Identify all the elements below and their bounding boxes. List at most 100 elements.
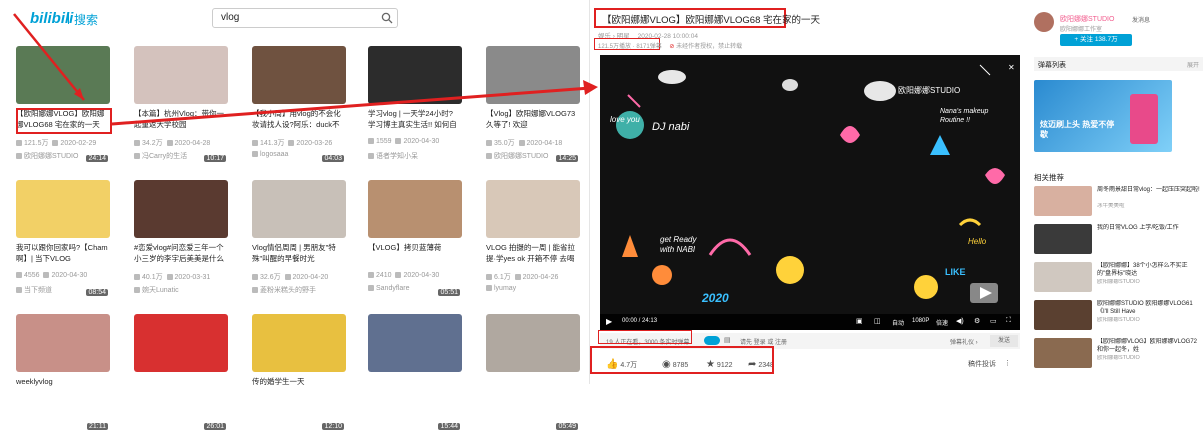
related-thumbnail[interactable] xyxy=(1034,338,1092,368)
danmaku-send-button[interactable]: 发送 xyxy=(990,335,1018,347)
video-thumbnail[interactable] xyxy=(252,46,346,104)
video-card[interactable]: 05:49 xyxy=(486,314,580,432)
video-card-title[interactable]: 传的婚学生一天 xyxy=(252,376,346,398)
video-thumbnail[interactable] xyxy=(134,180,228,238)
message-link[interactable]: 发消息 xyxy=(1132,15,1150,24)
video-thumbnail[interactable] xyxy=(368,180,462,238)
settings-icon[interactable]: ⚙ xyxy=(974,317,980,325)
video-card[interactable]: 26:01 xyxy=(134,314,228,432)
video-player[interactable]: love you DJ nabi Nana's makeup Routine !… xyxy=(600,55,1020,330)
related-video-title[interactable]: 【欧阳娜娜VLOG】欧阳娜娜VLOG72 和你一起冬，姓 xyxy=(1097,338,1201,354)
video-thumbnail[interactable] xyxy=(16,314,110,372)
video-thumbnail[interactable] xyxy=(368,46,462,104)
video-card-title[interactable]: 【Vlog】欧阳娜娜VLOG73 久等了! 欢迎 xyxy=(486,108,580,130)
widescreen-icon[interactable]: ▭ xyxy=(990,317,997,325)
related-video-title[interactable]: 我的日常VLOG 上学/吃饭/工作 xyxy=(1097,224,1201,240)
video-card-author[interactable]: Sandyflare xyxy=(368,285,462,292)
video-card-author[interactable]: logosaaa xyxy=(252,151,346,158)
video-card[interactable]: 15:44 xyxy=(368,314,462,432)
danmaku-etiquette[interactable]: 弹幕礼仪 › xyxy=(950,337,978,346)
video-card-title[interactable]: Vlog情侣周周 | 男朋友"特殊"叫醒的早餐时光 xyxy=(252,242,346,264)
video-card-title[interactable]: 我可以跟你回家吗?【Cham啊】| 当下VLOG xyxy=(16,242,110,264)
related-video-author[interactable]: 欧阳娜娜STUDIO xyxy=(1097,355,1201,362)
video-thumbnail[interactable] xyxy=(252,314,346,372)
video-thumbnail[interactable] xyxy=(368,314,462,372)
video-card[interactable]: 24:14 【欧阳娜娜VLOG】欧阳娜娜VLOG68 宅在家的一天 121.5万 2… xyxy=(16,46,110,164)
related-thumbnail[interactable] xyxy=(1034,262,1092,292)
danmaku-style-icon[interactable]: ▤ xyxy=(724,336,731,344)
video-card-title[interactable]: VLOG 拍摄的一周 | 能省拉提·学yes ok 开箱不停 去喝 xyxy=(486,242,580,264)
video-card[interactable]: #恋爱vlog#问恋爱三年一个小三岁的李宇后美美是什么体 40.1万 2020-0… xyxy=(134,180,228,298)
video-card-author[interactable]: 菱粉米糕头的野手 xyxy=(252,285,346,295)
auto-button[interactable]: 自动 xyxy=(892,318,904,327)
subtitle-icon[interactable]: ◫ xyxy=(874,317,881,325)
video-card-author[interactable]: 当下频道 xyxy=(16,285,110,295)
related-video-title[interactable]: 欧阳娜娜STUDIO 欧阳娜娜VLOG61《I'll Still Have xyxy=(1097,300,1201,316)
search-box[interactable] xyxy=(212,8,398,28)
related-thumbnail[interactable] xyxy=(1034,300,1092,330)
report-link[interactable]: 稿件投诉 xyxy=(968,359,996,369)
video-card-author[interactable]: 欧阳娜娜STUDIO xyxy=(486,151,580,161)
danmaku-switch[interactable] xyxy=(704,336,720,345)
related-video-author[interactable]: 冰牛美美啦 xyxy=(1097,203,1201,210)
ad-banner[interactable]: 炫迈刷上头 热爱不停歇 xyxy=(1034,80,1172,152)
video-card-author[interactable]: 婉天Lunatic xyxy=(134,285,228,295)
player-close-icon[interactable]: ✕ xyxy=(1008,63,1015,72)
related-video-title[interactable]: 周冬雨景甜日常vlog：一起压压突起啦! xyxy=(1097,186,1201,202)
related-video-item[interactable]: 【欧阳娜娜】38个小怎样么不实正的"盘界标"晓达 欧阳娜娜STUDIO xyxy=(1034,262,1203,292)
video-card[interactable]: 05:51 【VLOG】拷贝蓝薄荷 2410 2020-04-30 Sandyflar… xyxy=(368,180,462,298)
video-thumbnail[interactable] xyxy=(134,46,228,104)
danmaku-list-header[interactable]: 弹幕列表 展开 xyxy=(1034,57,1203,71)
quality-button[interactable]: 1080P xyxy=(912,318,929,324)
video-thumbnail[interactable] xyxy=(252,180,346,238)
video-card[interactable]: 12:10 传的婚学生一天 xyxy=(252,314,346,432)
video-card-title[interactable] xyxy=(368,376,462,398)
danmaku-expand[interactable]: 展开 xyxy=(1187,60,1199,69)
video-card[interactable]: 10:17 【本篇】杭州Vlog：带你一起重返大学校园 34.2万 2020-04-… xyxy=(134,46,228,164)
video-card-title[interactable]: 【本篇】杭州Vlog：带你一起重返大学校园 xyxy=(134,108,228,130)
video-thumbnail[interactable] xyxy=(486,314,580,372)
video-card[interactable]: Vlog情侣周周 | 男朋友"特殊"叫醒的早餐时光 32.6万 2020-04-2… xyxy=(252,180,346,298)
video-card-title[interactable]: 【我小周】用vlog的不会化妆请找人设?阿乐：duck不 xyxy=(252,108,346,130)
video-card[interactable]: 08:54 我可以跟你回家吗?【Cham啊】| 当下VLOG 4556 2020-0… xyxy=(16,180,110,298)
video-card[interactable]: 学习vlog | 一天学24小时? 学习博主真实生活!! 如何自 1559 202… xyxy=(368,46,462,164)
bilibili-logo[interactable]: bilibili xyxy=(30,10,73,27)
fullscreen-icon[interactable]: ⛶ xyxy=(1006,317,1011,325)
related-video-item[interactable]: 欧阳娜娜STUDIO 欧阳娜娜VLOG61《I'll Still Have 欧阳娜… xyxy=(1034,300,1203,330)
video-card-title[interactable]: 【VLOG】拷贝蓝薄荷 xyxy=(368,242,462,264)
speed-button[interactable]: 倍速 xyxy=(936,318,948,327)
login-hint[interactable]: 请先 登录 或 注册 xyxy=(740,337,787,346)
video-card-title[interactable] xyxy=(486,376,580,398)
video-card-title[interactable] xyxy=(134,376,228,398)
video-card[interactable]: 04:03 【我小周】用vlog的不会化妆请找人设?阿乐：duck不 141.3万 … xyxy=(252,46,346,164)
video-thumbnail[interactable] xyxy=(486,180,580,238)
avatar[interactable] xyxy=(1034,12,1054,32)
video-card[interactable]: 21:11 weeklyvlog xyxy=(16,314,110,432)
video-card-title[interactable]: #恋爱vlog#问恋爱三年一个小三岁的李宇后美美是什么体 xyxy=(134,242,228,264)
video-card-title[interactable]: weeklyvlog xyxy=(16,376,110,398)
video-card-title[interactable]: 学习vlog | 一天学24小时? 学习博主真实生活!! 如何自 xyxy=(368,108,462,130)
video-thumbnail[interactable] xyxy=(134,314,228,372)
play-icon[interactable]: ▶ xyxy=(606,317,612,326)
related-thumbnail[interactable] xyxy=(1034,224,1092,254)
related-thumbnail[interactable] xyxy=(1034,186,1092,216)
related-video-author[interactable]: 欧阳娜娜STUDIO xyxy=(1097,317,1201,324)
uploader-name[interactable]: 欧阳娜娜STUDIO xyxy=(1060,14,1114,24)
related-video-author[interactable]: 欧阳娜娜STUDIO xyxy=(1097,279,1201,286)
video-card[interactable]: VLOG 拍摄的一周 | 能省拉提·学yes ok 开箱不停 去喝 6.1万 20… xyxy=(486,180,580,298)
related-video-item[interactable]: 周冬雨景甜日常vlog：一起压压突起啦! 冰牛美美啦 xyxy=(1034,186,1203,216)
search-icon[interactable] xyxy=(381,12,393,24)
video-card-author[interactable]: 欧阳娜娜STUDIO xyxy=(16,151,110,161)
video-card-author[interactable]: 语者学知小呆 xyxy=(368,151,462,161)
related-video-title[interactable]: 【欧阳娜娜】38个小怎样么不实正的"盘界标"晓达 xyxy=(1097,262,1201,278)
related-video-item[interactable]: 【欧阳娜娜VLOG】欧阳娜娜VLOG72 和你一起冬，姓 欧阳娜娜STUDIO xyxy=(1034,338,1203,368)
video-thumbnail[interactable] xyxy=(16,180,110,238)
danmaku-toggle-icon[interactable]: ▣ xyxy=(856,317,863,325)
video-card-author[interactable]: lyumay xyxy=(486,285,580,292)
volume-icon[interactable]: ◀) xyxy=(956,317,964,325)
related-video-item[interactable]: 我的日常VLOG 上学/吃饭/工作 xyxy=(1034,224,1203,254)
search-input[interactable] xyxy=(221,12,371,23)
video-thumbnail[interactable] xyxy=(486,46,580,104)
more-icon[interactable]: ⋮ xyxy=(1004,359,1011,367)
video-thumbnail[interactable] xyxy=(16,46,110,104)
